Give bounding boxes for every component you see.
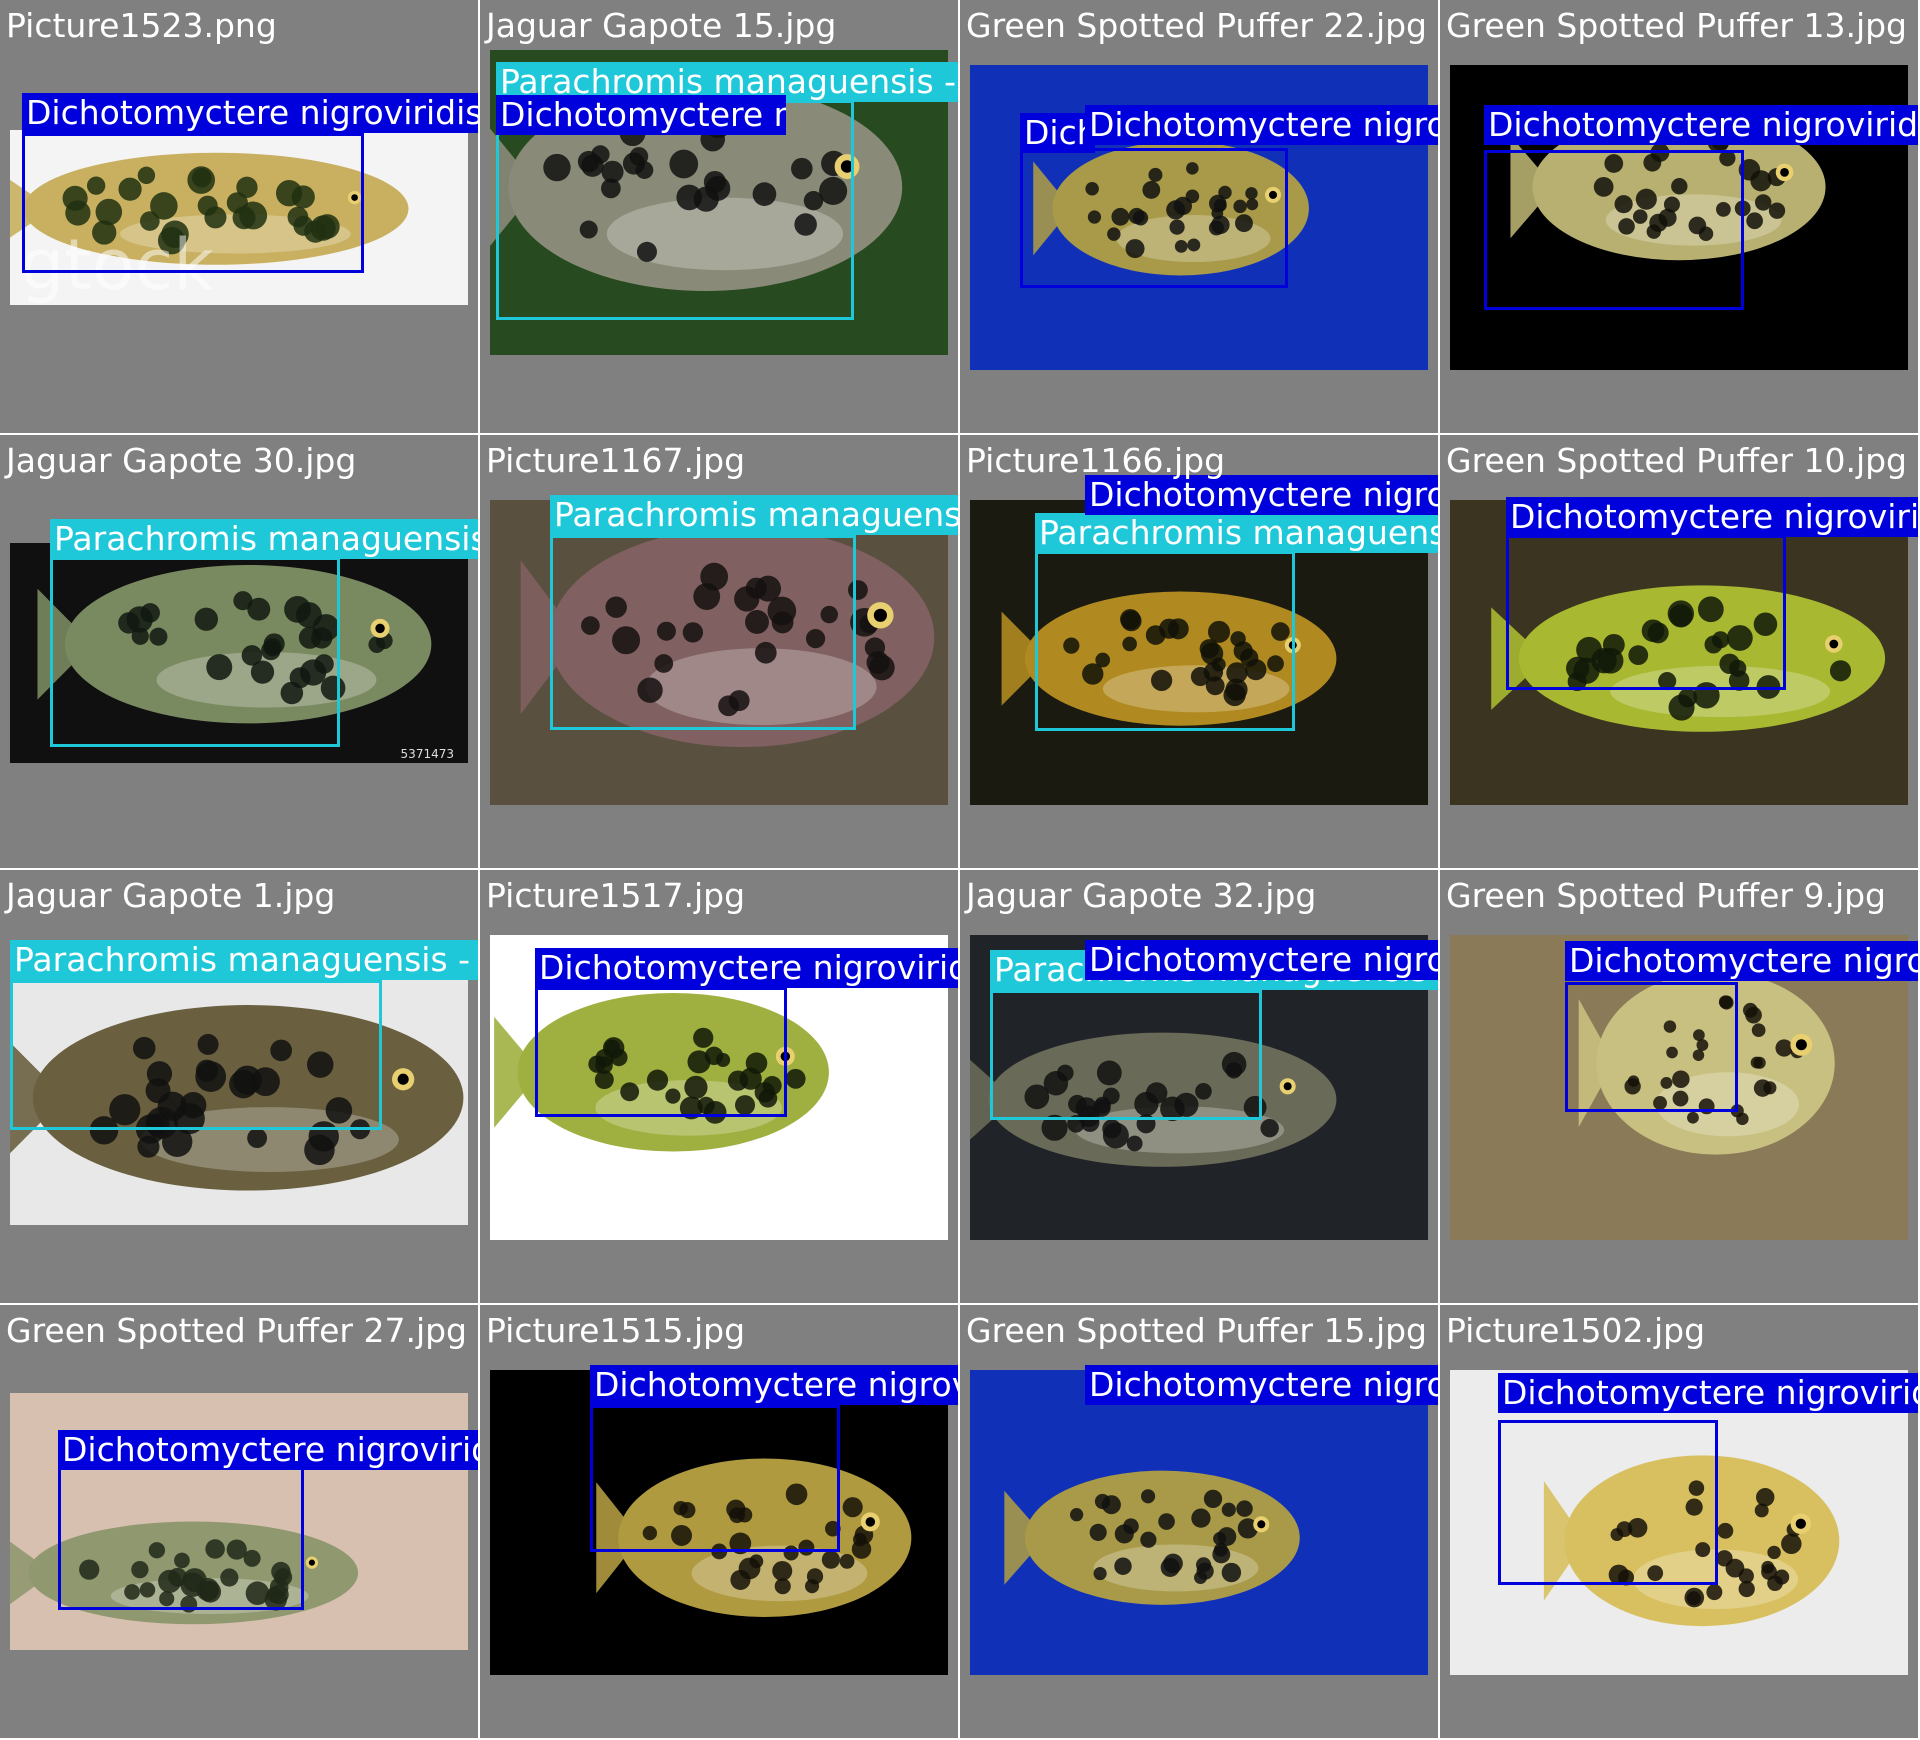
image-filename: Picture1515.jpg	[486, 1311, 746, 1350]
detection-label: Dichotomyctere nigroviridis - Green Spot…	[535, 948, 958, 988]
grid-cell: Dichotomyctere nigroviridis - Green Spot…	[480, 1305, 958, 1738]
grid-cell: gtockDichotomyctere nigroviridis - Green…	[0, 0, 478, 433]
detection-box	[22, 133, 364, 273]
detection-box	[550, 535, 856, 730]
grid-cell: Parachromis managuensis - Jaguar Guapote…	[960, 870, 1438, 1303]
detection-box	[990, 990, 1262, 1120]
detection-label: Dichotomyctere nigroviridis - Green Spot…	[1484, 105, 1918, 145]
image-filename: Green Spotted Puffer 27.jpg	[6, 1311, 468, 1350]
detection-label: Dichotomyctere nigroviridis - Green Spot…	[22, 93, 478, 133]
image-filename: Jaguar Gapote 30.jpg	[6, 441, 357, 480]
detection-label: Dichotomyctere nigroviridis - Green Spot…	[1565, 941, 1918, 981]
image-filename: Green Spotted Puffer 9.jpg	[1446, 876, 1887, 915]
image-filename: Green Spotted Puffer 13.jpg	[1446, 6, 1908, 45]
detection-label: Dichotomyctere nigroviridis - Green Spot…	[1085, 940, 1438, 980]
detection-label: Dichotomyctere nigroviridis - Green Spot…	[1506, 497, 1918, 537]
image-filename: Picture1167.jpg	[486, 441, 746, 480]
detection-box	[1565, 982, 1738, 1112]
detection-label: Parachromis managuensis - Jaguar Guapote	[10, 940, 478, 980]
detection-box	[58, 1463, 304, 1610]
grid-cell: Dichotomyctere nigroviridis - Green Spot…	[960, 1305, 1438, 1738]
grid-cell: Dichotomyctere nigroviridis - Green Spot…	[0, 1305, 478, 1738]
image-filename: Picture1502.jpg	[1446, 1311, 1706, 1350]
detection-label: Dichotomyctere nigroviridis - Green Spot…	[1498, 1373, 1918, 1413]
image-filename: Picture1517.jpg	[486, 876, 746, 915]
image-filename: Jaguar Gapote 1.jpg	[6, 876, 336, 915]
detection-label: Dichotomyctere nigroviridis - Green Spot…	[496, 95, 786, 135]
image-filename: Green Spotted Puffer 15.jpg	[966, 1311, 1428, 1350]
detection-box	[590, 1405, 840, 1552]
detection-box	[535, 987, 787, 1117]
detection-box	[1484, 150, 1744, 310]
grid-cell: Dichotomyctere nigroviridis - Green Spot…	[1440, 0, 1918, 433]
grid-cell: Dichotomyctere nigroviridis - Green Spot…	[1440, 435, 1918, 868]
image-filename: Green Spotted Puffer 10.jpg	[1446, 441, 1908, 480]
detection-label: Dich	[1020, 113, 1095, 153]
grid-cell: Parachromis managuensis - Jaguar Guapote…	[480, 435, 958, 868]
grid-cell: DichDichotomyctere nigroviridis - Green …	[960, 0, 1438, 433]
detection-grid: gtockDichotomyctere nigroviridis - Green…	[0, 0, 1920, 1740]
grid-cell: Dichotomyctere nigroviridis - Green Spot…	[1440, 870, 1918, 1303]
image-filename: Picture1523.png	[6, 6, 277, 45]
detection-box	[1498, 1420, 1718, 1585]
image-filename: Picture1166.jpg	[966, 441, 1226, 480]
detection-label: Dichotomyctere nigroviridis - Green Spot…	[1085, 1365, 1438, 1405]
detection-box	[1020, 148, 1288, 288]
grid-cell: Dichotomyctere nigroviridis - Green Spot…	[480, 870, 958, 1303]
image-filename: Jaguar Gapote 15.jpg	[486, 6, 837, 45]
detection-box	[10, 980, 382, 1130]
fish-photo	[970, 1370, 1428, 1675]
detection-label: Parachromis managuensis - Jaguar Guapote	[1035, 513, 1438, 553]
image-filename: Green Spotted Puffer 22.jpg	[966, 6, 1428, 45]
detection-label: Dichotomyctere nigroviridis - Green Spot…	[590, 1365, 958, 1405]
photo-watermark: 5371473	[400, 747, 454, 761]
detection-box	[50, 557, 340, 747]
grid-cell: Parachromis managuensis - Jaguar Guapote…	[0, 870, 478, 1303]
image-filename: Jaguar Gapote 32.jpg	[966, 876, 1317, 915]
detection-label: Parachromis managuensis - Jaguar Guapote	[50, 519, 478, 559]
grid-cell: 5371473 Parachromis managuensis - Jaguar …	[0, 435, 478, 868]
detection-box	[1506, 535, 1786, 690]
detection-box	[1035, 551, 1295, 731]
detection-label: Dichotomyctere nigroviridis - Green Spot…	[1085, 105, 1438, 145]
grid-cell: Parachromis managuensis - Jaguar Guapote…	[480, 0, 958, 433]
grid-cell: Parachromis managuensis - Jaguar Guapote…	[960, 435, 1438, 868]
grid-cell: Dichotomyctere nigroviridis - Green Spot…	[1440, 1305, 1918, 1738]
detection-label: Dichotomyctere nigroviridis - Green Spot…	[58, 1430, 478, 1470]
detection-label: Parachromis managuensis - Jaguar Guapote	[550, 495, 958, 535]
